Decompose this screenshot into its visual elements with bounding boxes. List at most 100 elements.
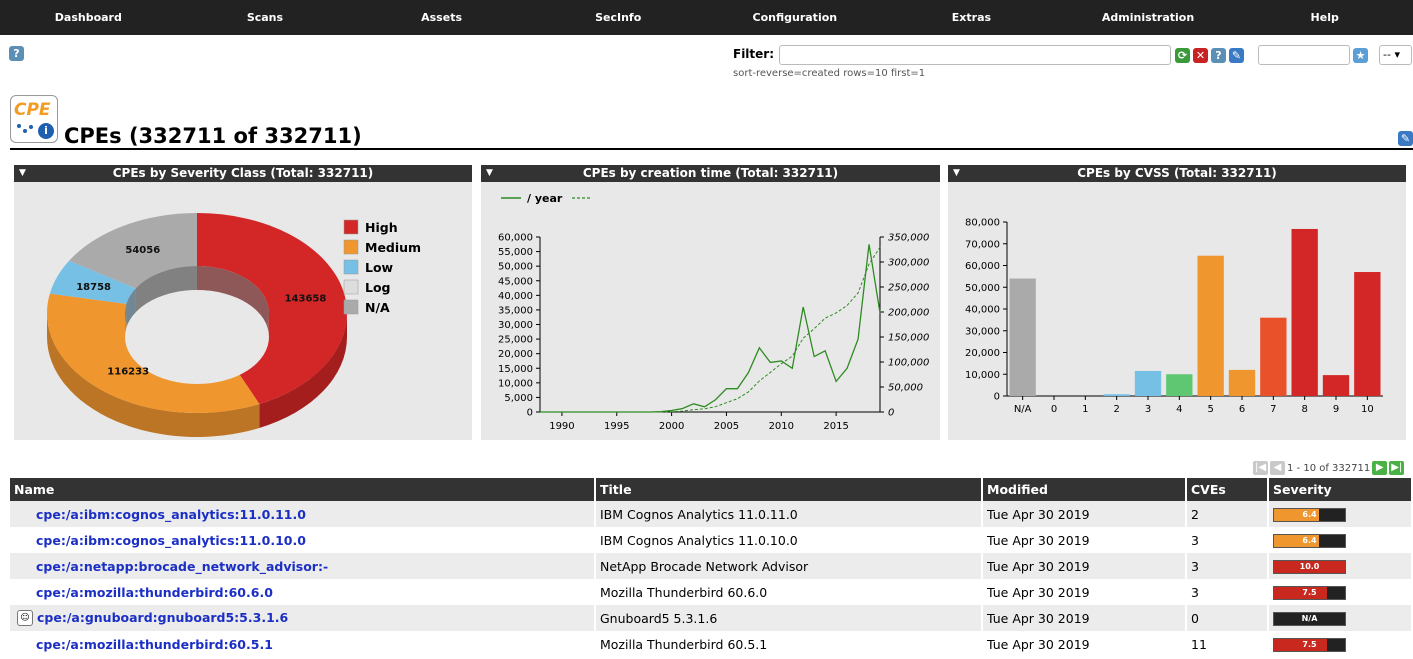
y-tick-label-left: 5,000 bbox=[504, 393, 533, 404]
y-tick-label-left: 30,000 bbox=[498, 320, 533, 331]
y-tick-label-left: 25,000 bbox=[498, 335, 533, 346]
save-filter-star-icon[interactable]: ★ bbox=[1353, 48, 1368, 63]
x-tick-label: 1990 bbox=[549, 421, 574, 432]
filter-label: Filter: bbox=[733, 47, 775, 61]
cell-title: Gnuboard5 5.3.1.6 bbox=[595, 605, 983, 631]
collapse-triangle-icon[interactable]: ▼ bbox=[19, 165, 26, 182]
cell-title: NetApp Brocade Network Advisor bbox=[595, 553, 983, 579]
clear-filter-icon[interactable]: ✕ bbox=[1193, 48, 1208, 63]
x-tick-label: 7 bbox=[1270, 404, 1276, 415]
cpe-link[interactable]: cpe:/a:netapp:brocade_network_advisor:- bbox=[36, 559, 328, 574]
cpe-link[interactable]: cpe:/a:mozilla:thunderbird:60.6.0 bbox=[36, 585, 273, 600]
creation-time-panel-header[interactable]: ▼ CPEs by creation time (Total: 332711) bbox=[481, 165, 940, 182]
collapse-triangle-icon[interactable]: ▼ bbox=[486, 165, 493, 182]
column-header-modified[interactable]: Modified bbox=[982, 478, 1187, 501]
filter-select-value: -- bbox=[1383, 48, 1391, 61]
x-tick-label: 10 bbox=[1361, 404, 1374, 415]
filter-name-input[interactable] bbox=[1258, 45, 1350, 65]
edit-columns-wrench-icon[interactable]: ✎ bbox=[1398, 131, 1413, 146]
filter-select[interactable]: -- ▾ bbox=[1379, 45, 1412, 65]
x-tick-label: 6 bbox=[1239, 404, 1245, 415]
legend-swatch-low bbox=[343, 259, 359, 275]
bar-cvss-5 bbox=[1197, 255, 1224, 396]
cell-name: cpe:/a:mozilla:thunderbird:60.5.1 bbox=[10, 631, 596, 657]
y-tick-label-left: 45,000 bbox=[498, 276, 533, 287]
severity-panel-header[interactable]: ▼ CPEs by Severity Class (Total: 332711) bbox=[14, 165, 472, 182]
bar-cvss-2 bbox=[1103, 394, 1130, 396]
column-header-title[interactable]: Title bbox=[595, 478, 983, 501]
cell-cves: 0 bbox=[1186, 605, 1269, 631]
cpe-link[interactable]: cpe:/a:gnuboard:gnuboard5:5.3.1.6 bbox=[37, 610, 288, 625]
cpe-link[interactable]: cpe:/a:ibm:cognos_analytics:11.0.11.0 bbox=[36, 507, 306, 522]
legend-label: Low bbox=[365, 260, 394, 275]
severity-value: N/A bbox=[1301, 613, 1318, 623]
previous-page-icon[interactable]: ◀ bbox=[1270, 461, 1285, 475]
filter-current: sort-reverse=created rows=10 first=1 bbox=[733, 68, 926, 79]
filter-input[interactable] bbox=[779, 45, 1171, 65]
cell-title: Mozilla Thunderbird 60.5.1 bbox=[595, 631, 983, 657]
table-row: cpe:/a:ibm:cognos_analytics:11.0.11.0 IBM… bbox=[10, 501, 1413, 527]
nav-secinfo[interactable]: SecInfo bbox=[530, 0, 707, 35]
y-tick-label-right: 0 bbox=[888, 408, 894, 419]
bar-cvss-10 bbox=[1354, 272, 1381, 396]
cpe-logo-icon: CPE i bbox=[10, 95, 58, 143]
help-icon[interactable]: ? bbox=[9, 46, 24, 61]
bar-cvss-4 bbox=[1166, 374, 1193, 396]
y-tick-label-left: 10,000 bbox=[498, 378, 533, 389]
y-tick-label-left: 40,000 bbox=[498, 291, 533, 302]
nav-administration[interactable]: Administration bbox=[1060, 0, 1237, 35]
y-tick-label: 80,000 bbox=[965, 218, 1000, 229]
cell-modified: Tue Apr 30 2019 bbox=[982, 631, 1187, 657]
legend-label: / year bbox=[527, 192, 563, 205]
y-tick-label-left: 60,000 bbox=[498, 233, 533, 244]
severity-bar: 10.0 bbox=[1273, 559, 1346, 574]
table-row: ☺ cpe:/a:gnuboard:gnuboard5:5.3.1.6 Gnuboa… bbox=[10, 605, 1413, 631]
severity-bar: 6.4 bbox=[1273, 533, 1346, 548]
cvss-panel-header[interactable]: ▼ CPEs by CVSS (Total: 332711) bbox=[948, 165, 1406, 182]
column-header-name[interactable]: Name bbox=[10, 478, 596, 501]
last-page-icon[interactable]: ▶| bbox=[1389, 461, 1405, 475]
nav-scans[interactable]: Scans bbox=[177, 0, 354, 35]
page-title: CPEs (332711 of 332711) bbox=[64, 124, 362, 148]
cell-title: Mozilla Thunderbird 60.6.0 bbox=[595, 579, 983, 605]
severity-panel-title: CPEs by Severity Class (Total: 332711) bbox=[112, 166, 374, 180]
cpe-link[interactable]: cpe:/a:ibm:cognos_analytics:11.0.10.0 bbox=[36, 533, 306, 548]
column-header-cves[interactable]: CVEs bbox=[1186, 478, 1269, 501]
refresh-filter-icon[interactable]: ⟳ bbox=[1175, 48, 1190, 63]
y-tick-label-left: 20,000 bbox=[498, 349, 533, 360]
legend-swatch-log bbox=[343, 279, 359, 295]
edit-filter-wrench-icon[interactable]: ✎ bbox=[1229, 48, 1244, 63]
bar-cvss-na bbox=[1009, 278, 1036, 396]
nav-dashboard[interactable]: Dashboard bbox=[0, 0, 177, 35]
legend-swatch-na bbox=[343, 299, 359, 315]
next-page-icon[interactable]: ▶ bbox=[1372, 461, 1388, 475]
y-tick-label: 60,000 bbox=[965, 261, 1000, 272]
y-tick-label-right: 200,000 bbox=[888, 308, 929, 319]
x-tick-label: 5 bbox=[1207, 404, 1213, 415]
nav-help[interactable]: Help bbox=[1236, 0, 1413, 35]
y-tick-label: 40,000 bbox=[965, 305, 1000, 316]
severity-value: 6.4 bbox=[1302, 535, 1317, 545]
collapse-triangle-icon[interactable]: ▼ bbox=[953, 165, 960, 182]
table-row: cpe:/a:ibm:cognos_analytics:11.0.10.0 IBM… bbox=[10, 527, 1413, 553]
legend-swatch-medium bbox=[343, 239, 359, 255]
cpe-table: Name Title Modified CVEs Severity cpe:/a… bbox=[10, 478, 1413, 657]
y-tick-label-left: 55,000 bbox=[498, 247, 533, 258]
cell-severity: 6.4 bbox=[1268, 501, 1413, 527]
cell-title: IBM Cognos Analytics 11.0.11.0 bbox=[595, 501, 983, 527]
x-tick-label: 0 bbox=[1051, 404, 1057, 415]
cell-severity: N/A bbox=[1268, 605, 1413, 631]
y-tick-label-right: 300,000 bbox=[888, 258, 929, 269]
column-header-severity[interactable]: Severity bbox=[1268, 478, 1413, 501]
legend-label: Medium bbox=[365, 240, 421, 255]
first-page-icon[interactable]: |◀ bbox=[1253, 461, 1268, 475]
y-tick-label: 0 bbox=[994, 392, 1000, 403]
y-tick-label: 50,000 bbox=[965, 283, 1000, 294]
nav-configuration[interactable]: Configuration bbox=[707, 0, 884, 35]
nav-extras[interactable]: Extras bbox=[883, 0, 1060, 35]
table-row: cpe:/a:netapp:brocade_network_advisor:- N… bbox=[10, 553, 1413, 579]
nav-assets[interactable]: Assets bbox=[353, 0, 530, 35]
filter-help-icon[interactable]: ? bbox=[1211, 48, 1226, 63]
series-line-cumulative bbox=[540, 246, 881, 413]
cpe-link[interactable]: cpe:/a:mozilla:thunderbird:60.5.1 bbox=[36, 637, 273, 652]
